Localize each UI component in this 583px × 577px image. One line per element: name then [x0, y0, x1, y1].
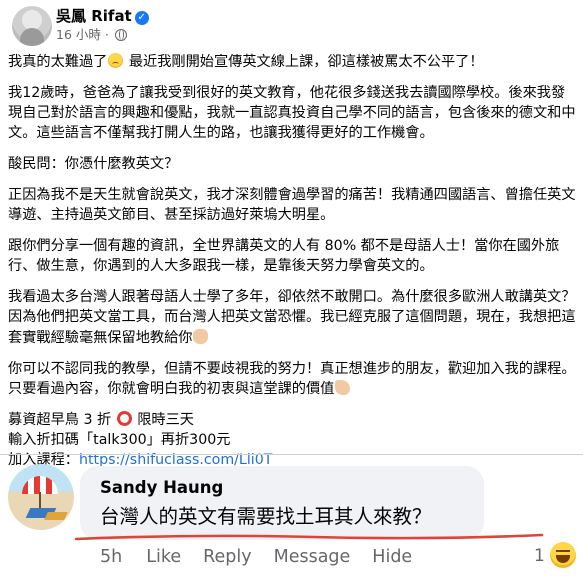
- post-paragraph: 我真的太難過了 最近我剛開始宣傳英文線上課，卻這樣被罵太不公平了！: [8, 52, 578, 72]
- promo-code-text: 輸入折扣碼「talk300」再折300元: [8, 431, 231, 448]
- beach-chair-graphic: [44, 512, 68, 520]
- alarm-clock-icon: [116, 410, 132, 426]
- sad-face-icon: [108, 53, 124, 68]
- comment-text: 台灣人的英文有需要找土耳其人來教？: [100, 505, 432, 528]
- paragraph-text: 最近我剛開始宣傳英文線上課，卻這樣被罵太不公平了！: [124, 54, 484, 70]
- comment-actions: 5h Like Reply Message Hide: [100, 544, 434, 570]
- paragraph-text: 我12歲時，爸爸為了讓我受到很好的英文教育，他花很多錢送我去讀國際學校。後來我發…: [8, 84, 576, 142]
- paragraph-text: 你可以不認同我的教學，但請不要歧視我的努力！真正想進步的朋友，歡迎加入我的課程。…: [8, 360, 576, 397]
- post-paragraph: 正因為我不是天生就會說英文，我才深刻體會過學習的痛苦！我精通四國語言、曾擔任英文…: [8, 185, 578, 226]
- comment-time[interactable]: 5h: [100, 544, 122, 570]
- post-meta: 16 小時 ·: [56, 27, 127, 43]
- divider: [0, 454, 583, 455]
- pointing-hand-icon: [193, 328, 209, 344]
- comment-bubble: Sandy Haung 台灣人的英文有需要找土耳其人來教？: [80, 466, 484, 540]
- promo-line: 募資超早鳥 3 折 限時三天: [8, 410, 578, 430]
- promo-text: 募資超早鳥 3 折: [8, 411, 112, 428]
- verified-badge-icon: ✓: [134, 11, 149, 25]
- promo-text: 限時三天: [132, 411, 194, 428]
- flexed-arm-icon: [335, 379, 351, 395]
- like-button[interactable]: Like: [146, 544, 181, 570]
- post-paragraph: 我看過太多台灣人跟著母語人士學了多年，卻依然不敢開口。為什麼很多歐洲人敢講英文？…: [8, 287, 578, 348]
- red-underline-annotation: [74, 533, 544, 541]
- reply-button[interactable]: Reply: [203, 544, 251, 570]
- post-paragraph: 跟你們分享一個有趣的資訊，全世界講英文的人有 80% 都不是母語人士！當你在國外…: [8, 236, 578, 277]
- author-name-row: 吳鳳 Rifat ✓: [56, 6, 149, 26]
- commenter-avatar[interactable]: [8, 464, 74, 530]
- post-body: 我真的太難過了 最近我剛開始宣傳英文線上課，卻這樣被罵太不公平了！ 我12歲時，…: [8, 52, 578, 471]
- post-paragraph: 你可以不認同我的教學，但請不要歧視我的努力！真正想進步的朋友，歡迎加入我的課程。…: [8, 359, 578, 400]
- post-time[interactable]: 16 小時: [56, 27, 101, 42]
- haha-reaction-icon[interactable]: [550, 542, 576, 568]
- reaction-count[interactable]: 1: [534, 543, 545, 569]
- post-paragraph: 酸民問：你憑什麼教英文？: [8, 154, 578, 174]
- paragraph-text: 我看過太多台灣人跟著母語人士學了多年，卻依然不敢開口。為什麼很多歐洲人敢講英文？…: [8, 289, 576, 346]
- author-name[interactable]: 吳鳳 Rifat: [56, 7, 132, 25]
- post-paragraph: 我12歲時，爸爸為了讓我受到很好的英文教育，他花很多錢送我去讀國際學校。後來我發…: [8, 83, 578, 144]
- globe-icon: [114, 29, 127, 41]
- paragraph-text: 酸民問：你憑什麼教英文？: [8, 156, 179, 173]
- hide-button[interactable]: Hide: [372, 544, 412, 570]
- paragraph-text: 跟你們分享一個有趣的資訊，全世界講英文的人有 80% 都不是母語人士！當你在國外…: [8, 238, 560, 275]
- post-header: 吳鳳 Rifat ✓ 16 小時 ·: [12, 6, 572, 46]
- author-avatar[interactable]: [12, 6, 52, 46]
- paragraph-text: 正因為我不是天生就會說英文，我才深刻體會過學習的痛苦！我精通四國語言、曾擔任英文…: [8, 186, 576, 224]
- commenter-name[interactable]: Sandy Haung: [100, 478, 223, 498]
- message-button[interactable]: Message: [274, 544, 351, 570]
- paragraph-text: 我真的太難過了: [8, 54, 108, 70]
- promo-line: 輸入折扣碼「talk300」再折300元: [8, 430, 578, 450]
